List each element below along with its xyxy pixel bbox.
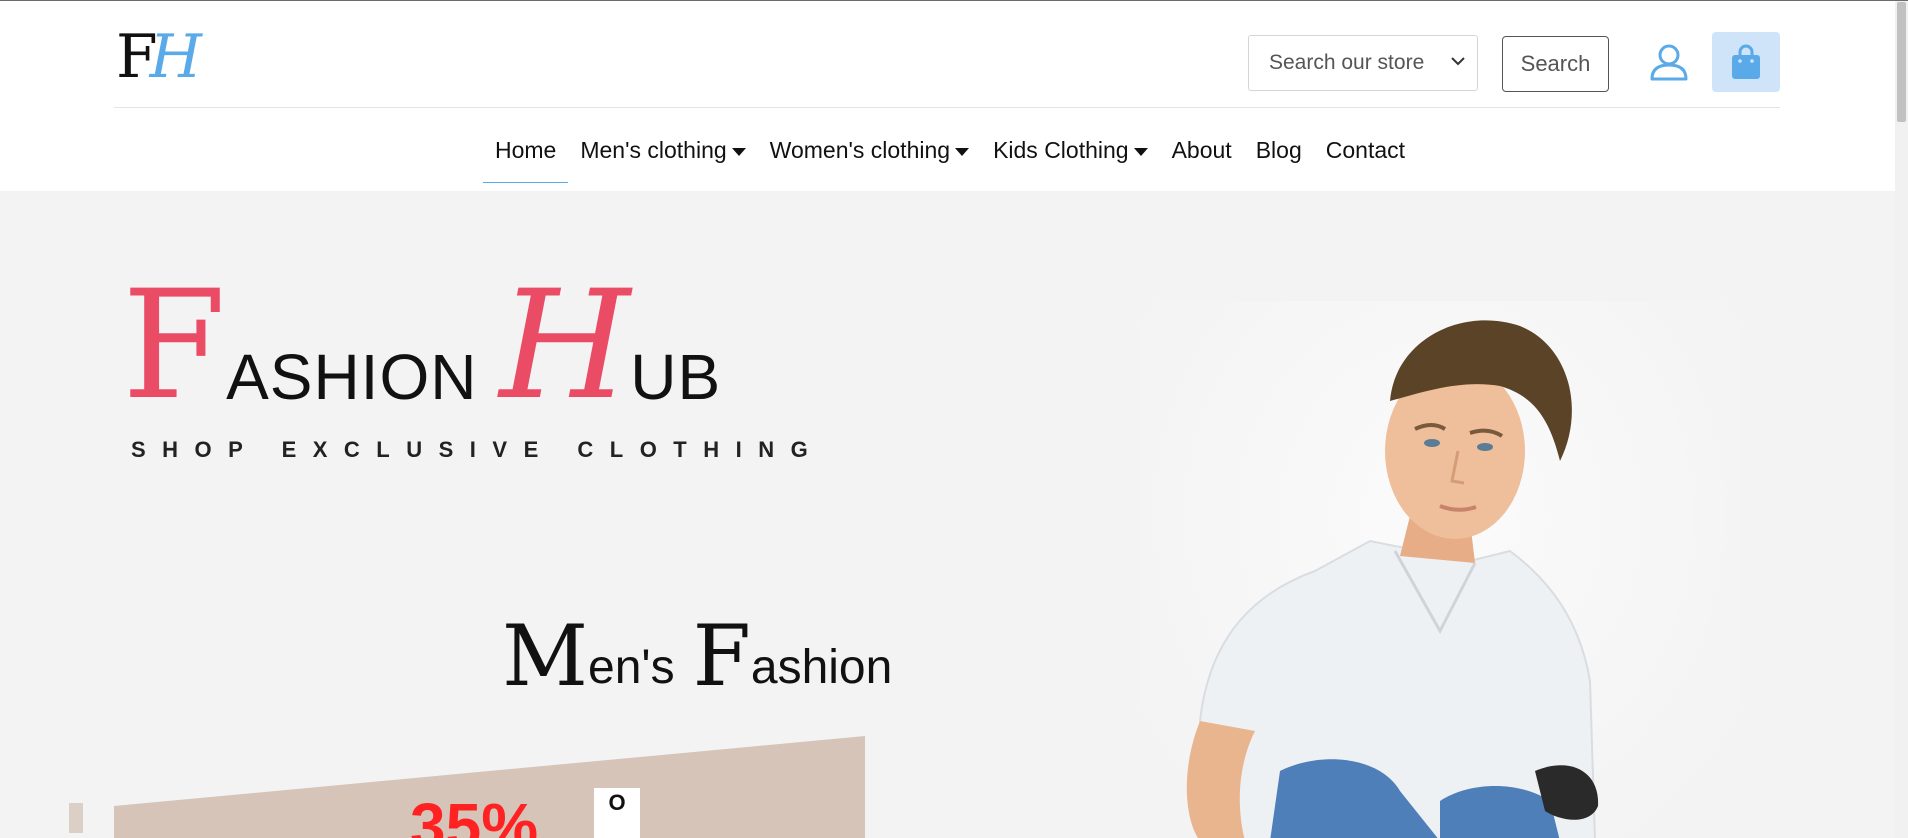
account-button[interactable]: [1642, 37, 1696, 87]
nav-about-label: About: [1171, 137, 1232, 163]
site-logo[interactable]: F H: [116, 22, 202, 92]
nav-blog[interactable]: Blog: [1244, 127, 1314, 183]
nav-mens-clothing[interactable]: Men's clothing: [568, 127, 757, 183]
chevron-down-icon: [1451, 57, 1465, 66]
search-button[interactable]: Search: [1502, 36, 1609, 92]
shopping-bag-icon: [1732, 44, 1760, 79]
nav-mens-clothing-label: Men's clothing: [580, 137, 727, 163]
promo-box: O: [594, 788, 640, 838]
hero-brand-title: F ASHION H UB: [122, 259, 722, 433]
user-icon: [1650, 44, 1688, 81]
page-scrollbar[interactable]: [1895, 0, 1908, 838]
nav-about[interactable]: About: [1160, 127, 1244, 183]
site-header: F H Search our store Search Home Men's c…: [0, 1, 1895, 191]
section-title: M en's F ashion: [502, 607, 893, 705]
caret-down-icon: [731, 148, 746, 156]
scrollbar-thumb[interactable]: [1897, 2, 1906, 122]
nav-kids-clothing[interactable]: Kids Clothing: [981, 127, 1160, 183]
title-rest-f: ashion: [750, 641, 893, 694]
brand-cap-h: H: [499, 259, 631, 433]
promo-banner[interactable]: 35% O: [114, 736, 865, 838]
search-select-label: Search our store: [1269, 51, 1425, 74]
brand-rest-h: UB: [630, 341, 722, 413]
nav-womens-clothing-label: Women's clothing: [769, 137, 951, 163]
caret-down-icon: [1133, 148, 1148, 156]
main-nav: Home Men's clothing Women's clothing Kid…: [483, 127, 1417, 183]
nav-blog-label: Blog: [1255, 137, 1302, 163]
logo-letter-f: F: [116, 22, 158, 92]
brand-cap-f: F: [122, 259, 227, 433]
search-select[interactable]: Search our store: [1248, 35, 1478, 91]
title-rest-m: en's: [588, 641, 675, 694]
nav-home[interactable]: Home: [483, 127, 569, 183]
hero-tagline: SHOP EXCLUSIVE CLOTHING: [131, 437, 825, 462]
nav-womens-clothing[interactable]: Women's clothing: [758, 127, 981, 183]
carousel-prev-tab[interactable]: [69, 803, 83, 833]
nav-contact[interactable]: Contact: [1314, 127, 1417, 183]
hero-banner: F ASHION H UB SHOP EXCLUSIVE CLOTHING M …: [0, 191, 1895, 838]
logo-letter-h: H: [149, 22, 202, 92]
nav-kids-clothing-label: Kids Clothing: [993, 137, 1129, 163]
promo-percent: 35%: [410, 790, 539, 838]
page: F H Search our store Search Home Men's c…: [0, 0, 1895, 838]
nav-home-label: Home: [495, 137, 557, 163]
caret-down-icon: [955, 148, 970, 156]
brand-rest-f: ASHION: [226, 341, 478, 413]
header-divider: [114, 107, 1780, 108]
nav-contact-label: Contact: [1325, 137, 1406, 163]
cart-button[interactable]: [1712, 32, 1780, 92]
title-cap-m: M: [502, 607, 589, 705]
title-cap-f: F: [692, 607, 751, 705]
window-top-border: [0, 0, 1908, 1]
hero-model-image: [1140, 301, 1740, 838]
